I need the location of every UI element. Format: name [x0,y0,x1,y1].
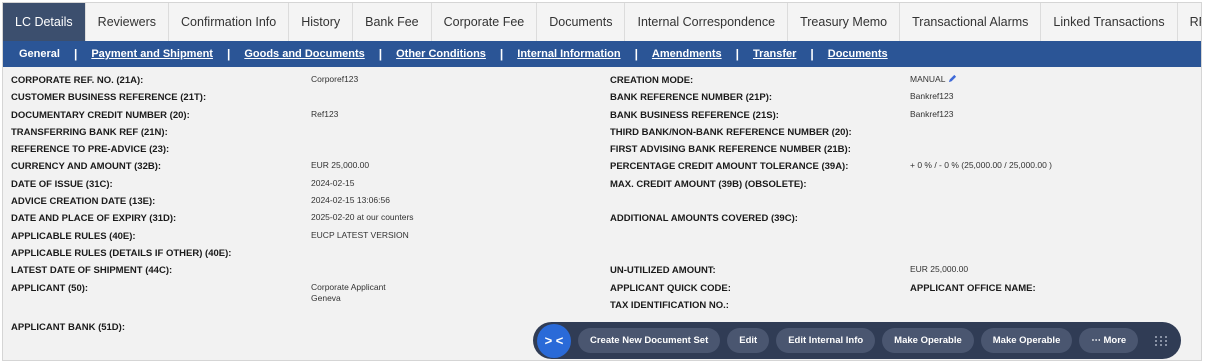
edit-internal-info-button[interactable]: Edit Internal Info [776,328,876,353]
tab-confirmation-info[interactable]: Confirmation Info [169,3,290,41]
customer-ref-label: CUSTOMER BUSINESS REFERENCE (21T): [11,92,207,103]
tab-history[interactable]: History [289,3,354,41]
bank-business-ref-label: BANK BUSINESS REFERENCE (21S): [610,110,779,121]
nav-separator: | [499,47,504,61]
creation-mode-value: MANUAL [910,74,957,85]
nav-separator: | [226,47,231,61]
general-details: CORPORATE REF. NO. (21A): Corporef123 CU… [3,67,1201,360]
edit-button[interactable]: Edit [727,328,770,353]
tab-linked-transactions[interactable]: Linked Transactions [1041,3,1178,41]
currency-amount-value: EUR 25,000.00 [311,160,370,170]
section-internal-information[interactable]: Internal Information [517,48,620,60]
pre-advice-label: REFERENCE TO PRE-ADVICE (23): [11,144,170,155]
date-issue-value: 2024-02-15 [311,178,355,188]
pencil-icon[interactable] [948,74,957,83]
shipment-label: LATEST DATE OF SHIPMENT (44C): [11,265,173,276]
applicant-bank-label: APPLICANT BANK (51D): [11,322,125,333]
corp-ref-value: Corporef123 [311,74,359,84]
max-credit-label: MAX. CREDIT AMOUNT (39B) (OBSOLETE): [610,179,807,190]
office-name-label: APPLICANT OFFICE NAME: [910,283,1036,294]
tab-lc-details[interactable]: LC Details [3,3,86,41]
first-advising-ref-label: FIRST ADVISING BANK REFERENCE NUMBER (21… [610,144,851,155]
make-operable-button-2[interactable]: Make Operable [980,328,1073,353]
grip-icon[interactable] [1155,335,1168,346]
corp-ref-label: CORPORATE REF. NO. (21A): [11,75,144,86]
nav-separator: | [634,47,638,61]
collapse-toggle-button[interactable]: > < [537,323,571,358]
applicant-city: Geneva [311,293,341,303]
section-other-conditions[interactable]: Other Conditions [396,48,486,60]
expiry-label: DATE AND PLACE OF EXPIRY (31D): [11,213,177,224]
creation-mode-text: MANUAL [910,74,946,84]
create-document-set-button[interactable]: Create New Document Set [578,328,721,353]
applicant-name: Corporate Applicant [311,282,386,292]
rules-label: APPLICABLE RULES (40E): [11,231,136,242]
nav-separator: | [810,47,814,61]
nav-separator: | [735,47,739,61]
tab-corporate-fee[interactable]: Corporate Fee [431,3,538,41]
expiry-value: 2025-02-20 at our counters [311,212,414,222]
date-issue-label: DATE OF ISSUE (31C): [11,179,113,190]
applicant-label: APPLICANT (50): [11,283,89,294]
bank-ref-label: BANK REFERENCE NUMBER (21P): [610,92,773,103]
quick-code-label: APPLICANT QUICK CODE: [610,283,731,294]
collapse-chevron-icon: > < [544,333,564,348]
unutilized-value: EUR 25,000.00 [910,264,969,274]
tab-transactional-alarms[interactable]: Transactional Alarms [900,3,1042,41]
transferring-ref-label: TRANSFERRING BANK REF (21N): [11,127,168,138]
currency-amount-label: CURRENCY AND AMOUNT (32B): [11,161,162,172]
unutilized-label: UN-UTILIZED AMOUNT: [610,265,716,276]
nav-separator: | [378,47,383,61]
advice-date-value: 2024-02-15 13:06:56 [311,195,390,205]
advice-date-label: ADVICE CREATION DATE (13E): [11,196,156,207]
section-documents[interactable]: Documents [828,48,888,60]
tab-rfq[interactable]: RFQ [1177,3,1201,41]
lc-details-panel: LC Details Reviewers Confirmation Info H… [2,2,1202,361]
floating-action-bar: > < Create New Document Set Edit Edit In… [533,322,1181,359]
section-general[interactable]: General [19,48,60,60]
section-transfer[interactable]: Transfer [753,48,796,60]
tab-treasury-memo[interactable]: Treasury Memo [788,3,901,41]
tolerance-value: + 0 % / - 0 % (25,000.00 / 25,000.00 ) [910,160,1052,170]
tolerance-label: PERCENTAGE CREDIT AMOUNT TOLERANCE (39A)… [610,161,849,172]
more-button[interactable]: ⋯ More [1079,328,1139,353]
rules-other-label: APPLICABLE RULES (DETAILS IF OTHER) (40E… [11,248,232,259]
tab-reviewers[interactable]: Reviewers [85,3,170,41]
doc-credit-value: Ref123 [311,109,339,119]
bank-ref-value: Bankref123 [910,91,954,101]
bank-business-ref-value: Bankref123 [910,109,954,119]
tab-documents[interactable]: Documents [537,3,626,41]
rules-value: EUCP LATEST VERSION [311,230,409,240]
make-operable-button[interactable]: Make Operable [882,328,974,353]
additional-amounts-label: ADDITIONAL AMOUNTS COVERED (39C): [610,213,798,224]
section-nav: General | Payment and Shipment | Goods a… [3,41,1201,67]
creation-mode-label: CREATION MODE: [610,75,694,86]
tab-internal-correspondence[interactable]: Internal Correspondence [625,3,789,41]
doc-credit-label: DOCUMENTARY CREDIT NUMBER (20): [11,110,190,121]
third-bank-ref-label: THIRD BANK/NON-BANK REFERENCE NUMBER (20… [610,127,852,138]
section-amendments[interactable]: Amendments [652,48,722,60]
section-goods-and-documents[interactable]: Goods and Documents [244,48,364,60]
tab-bar: LC Details Reviewers Confirmation Info H… [3,3,1201,41]
section-payment-and-shipment[interactable]: Payment and Shipment [91,48,213,60]
nav-separator: | [73,47,78,61]
tab-bank-fee[interactable]: Bank Fee [353,3,432,41]
tax-id-label: TAX IDENTIFICATION NO.: [610,300,729,311]
